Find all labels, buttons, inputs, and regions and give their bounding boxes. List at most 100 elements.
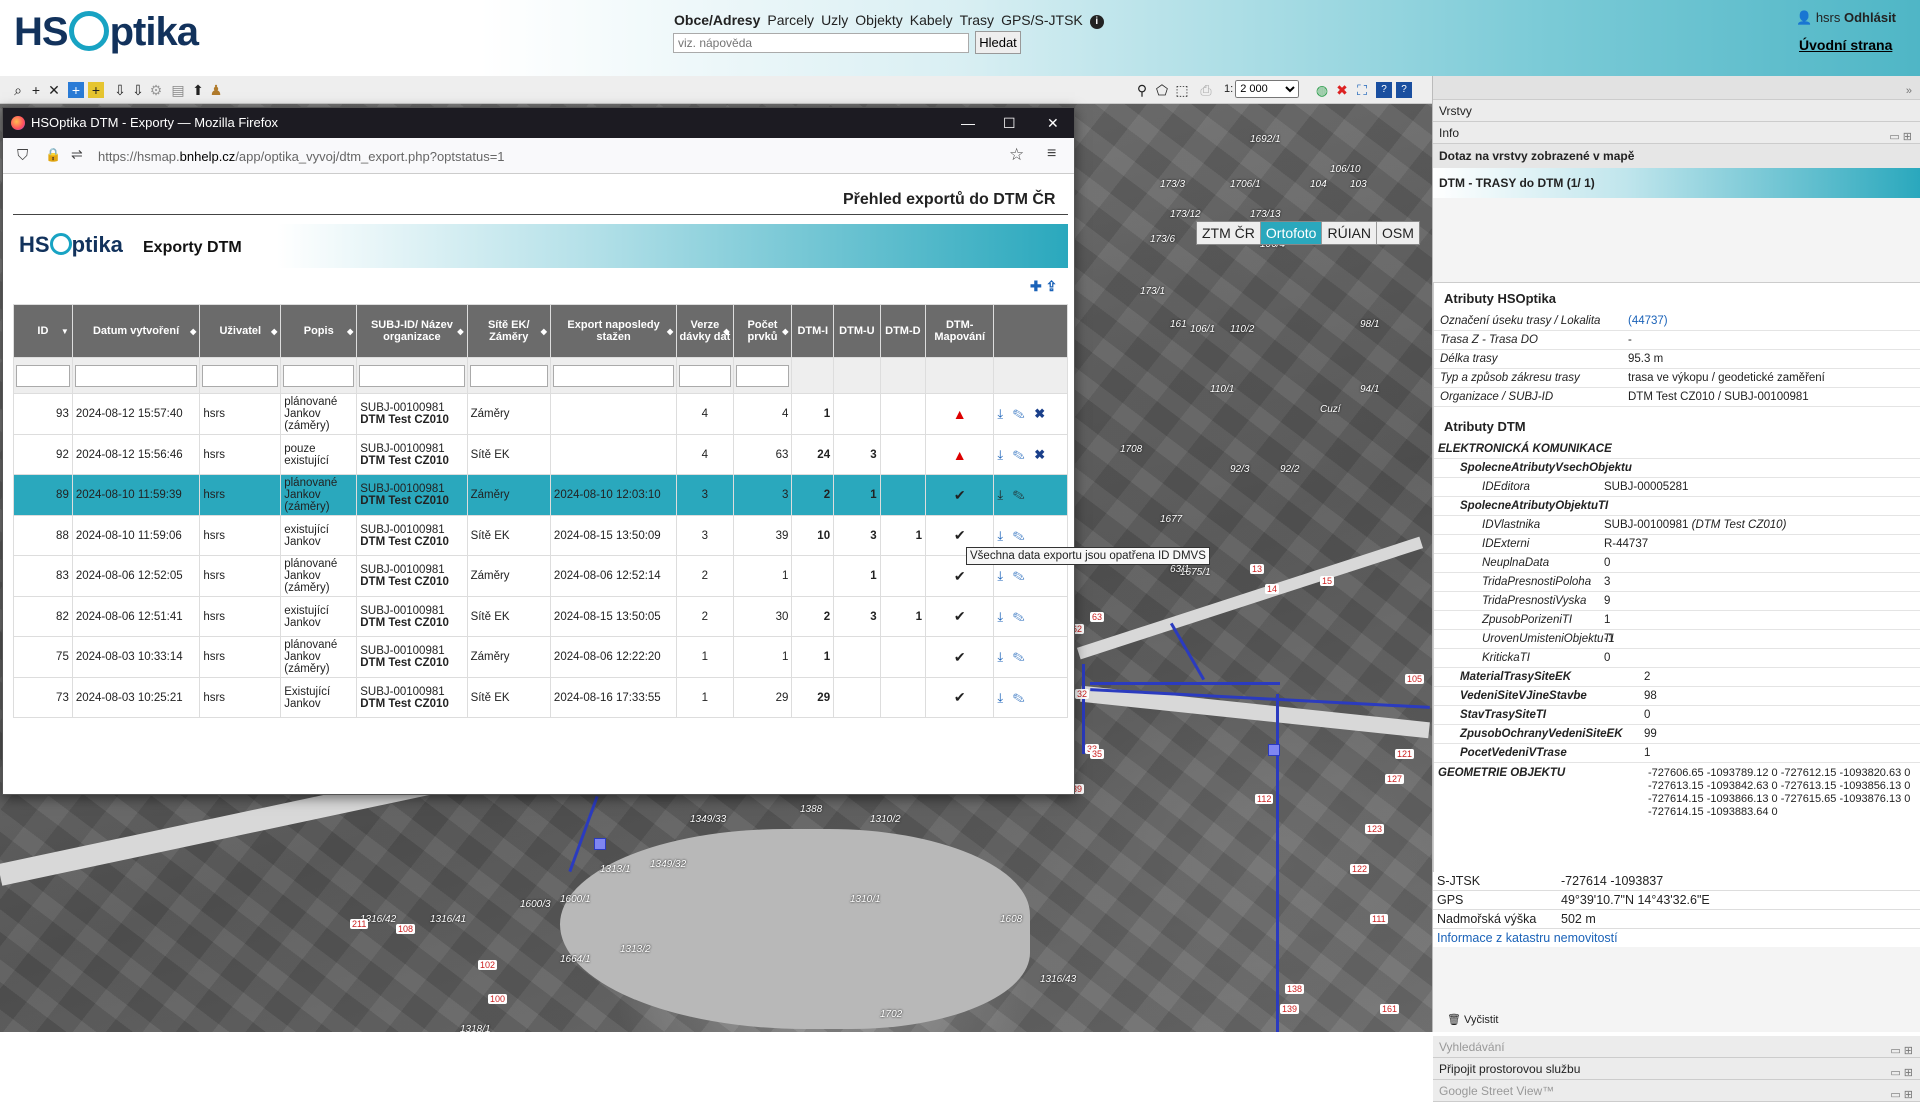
- table-row[interactable]: 82 2024-08-06 12:51:41 hsrs existující J…: [13, 596, 1068, 637]
- expand-icon[interactable]: ▭ ⊞: [1890, 1084, 1913, 1106]
- nav-objekty[interactable]: Objekty: [855, 12, 902, 28]
- search-input[interactable]: [673, 33, 969, 53]
- table-row[interactable]: 93 2024-08-12 15:57:40 hsrs plánované Ja…: [13, 393, 1068, 435]
- warning-icon[interactable]: ▲: [953, 406, 967, 422]
- measure-icon[interactable]: ✕: [46, 82, 62, 98]
- selection-icon[interactable]: ⬚: [1174, 82, 1190, 98]
- nav-kabely[interactable]: Kabely: [910, 12, 953, 28]
- col-verze[interactable]: Verze dávky dat ◆: [676, 304, 734, 358]
- delete-icon[interactable]: ✖: [1034, 447, 1048, 462]
- nav-uzly[interactable]: Uzly: [821, 12, 848, 28]
- download-icon[interactable]: ⤓: [997, 528, 1006, 543]
- url-text[interactable]: https://hsmap.bnhelp.cz/app/optika_vyvoj…: [98, 149, 505, 164]
- download-icon[interactable]: ⤓: [997, 447, 1006, 462]
- add-layer-icon[interactable]: +: [68, 82, 84, 98]
- layer-btn-ortofoto[interactable]: Ortofoto: [1260, 222, 1323, 244]
- edit-icon[interactable]: ✎: [1013, 609, 1028, 624]
- panel-vrstvy[interactable]: Vrstvy: [1433, 100, 1920, 122]
- table-row[interactable]: 89 2024-08-10 11:59:39 hsrs plánované Ja…: [13, 474, 1068, 516]
- layer-btn-ztm[interactable]: ZTM ČR: [1197, 222, 1261, 244]
- nav-trasy[interactable]: Trasy: [960, 12, 994, 28]
- download-icon[interactable]: ⤓: [997, 406, 1006, 421]
- edit-icon[interactable]: ✎: [1013, 528, 1028, 543]
- filter-pocet[interactable]: [735, 364, 790, 387]
- nav-parcely[interactable]: Parcely: [767, 12, 814, 28]
- col-typ[interactable]: Sítě EK/ Záměry ◆: [466, 304, 551, 358]
- lock-icon[interactable]: 🔒: [45, 147, 61, 163]
- delete-icon[interactable]: ✖: [1034, 406, 1048, 421]
- scale-select[interactable]: 2 000: [1235, 80, 1300, 98]
- globe-icon[interactable]: ◍: [1314, 82, 1330, 98]
- add-feature-icon[interactable]: +: [88, 82, 104, 98]
- filter-verze[interactable]: [679, 364, 731, 387]
- result-section-title[interactable]: DTM - TRASY do DTM (1/ 1): [1433, 168, 1920, 198]
- hsoptika-logo[interactable]: HS ptika: [14, 10, 199, 55]
- street-view-icon[interactable]: ♟: [208, 82, 224, 98]
- layer-btn-ruian[interactable]: RÚIAN: [1322, 222, 1378, 244]
- menu-icon[interactable]: ≡: [1047, 145, 1056, 163]
- filter-id[interactable]: [16, 364, 70, 387]
- upload-icon[interactable]: ⇪: [1046, 278, 1058, 294]
- logout-link[interactable]: Odhlásit: [1844, 10, 1896, 25]
- table-row[interactable]: 75 2024-08-03 10:33:14 hsrs plánované Ja…: [13, 636, 1068, 678]
- edit-icon[interactable]: ✎: [1013, 447, 1028, 462]
- edit-icon[interactable]: ✎: [1013, 690, 1028, 705]
- close-icon[interactable]: ✕: [1047, 108, 1059, 138]
- print-icon[interactable]: ⎙: [1198, 82, 1214, 98]
- col-mapovani[interactable]: DTM-Mapování: [925, 304, 995, 358]
- import-icon[interactable]: ⇩: [112, 82, 128, 98]
- katastr-link[interactable]: Informace z katastru nemovitostí: [1433, 929, 1920, 947]
- panel-vyhledavani[interactable]: Vyhledávání ▭ ⊞: [1433, 1036, 1920, 1058]
- bookmark-star-icon[interactable]: ☆: [1009, 145, 1024, 165]
- edit-icon[interactable]: ✎: [1013, 649, 1028, 664]
- col-date[interactable]: Datum vytvoření ◆: [71, 304, 201, 358]
- permissions-icon[interactable]: ⇌: [71, 146, 83, 163]
- col-id[interactable]: ID ▼: [13, 304, 73, 358]
- filter-typ[interactable]: [469, 364, 548, 387]
- minimize-icon[interactable]: —: [961, 108, 975, 138]
- filter-popis[interactable]: [283, 364, 355, 387]
- download-icon[interactable]: ⤓: [997, 649, 1006, 664]
- filter-stazen[interactable]: [552, 364, 675, 387]
- col-pocet[interactable]: Počet prvků ◆: [732, 304, 793, 358]
- table-row[interactable]: 73 2024-08-03 10:25:21 hsrs Existující J…: [13, 677, 1068, 718]
- edit-icon[interactable]: ✎: [1013, 487, 1028, 502]
- polygon-icon[interactable]: ⬠: [1154, 82, 1170, 98]
- collapse-panel-icon[interactable]: »: [1906, 80, 1912, 102]
- clear-icon[interactable]: ✖: [1334, 82, 1350, 98]
- url-bar[interactable]: ⛉ 🔒 ⇌ https://hsmap.bnhelp.cz/app/optika…: [3, 138, 1074, 174]
- minus-icon[interactable]: ▭ ⊞: [1889, 126, 1912, 148]
- download-icon[interactable]: ⤓: [997, 487, 1006, 502]
- settings-icon[interactable]: ⚙: [148, 82, 164, 98]
- layer-btn-osm[interactable]: OSM: [1377, 222, 1419, 244]
- col-subj[interactable]: SUBJ-ID/ Název organizace ◆: [356, 304, 468, 358]
- route-node[interactable]: [594, 838, 606, 850]
- filter-user[interactable]: [202, 364, 279, 387]
- search-button[interactable]: Hledat: [975, 31, 1021, 54]
- help-icon[interactable]: ?: [1376, 82, 1392, 98]
- panel-streetview[interactable]: Google Street View™ ▭ ⊞: [1433, 1080, 1920, 1102]
- user-locate-icon[interactable]: ⚲: [1134, 82, 1150, 98]
- edit-icon[interactable]: ✎: [1013, 406, 1028, 421]
- attr-value[interactable]: (44737): [1628, 315, 1920, 327]
- nav-gps[interactable]: GPS/S-JTSK: [1001, 12, 1083, 28]
- filter-subj[interactable]: [359, 364, 465, 387]
- table-row[interactable]: 92 2024-08-12 15:56:46 hsrs pouze existu…: [13, 434, 1068, 475]
- export-icon[interactable]: ⇩: [130, 82, 146, 98]
- filter-date[interactable]: [74, 364, 198, 387]
- help2-icon[interactable]: ?: [1396, 82, 1412, 98]
- edit-icon[interactable]: ✎: [1013, 568, 1028, 583]
- document-icon[interactable]: ▤: [170, 82, 186, 98]
- col-user[interactable]: Uživatel ◆: [199, 304, 282, 358]
- maximize-icon[interactable]: ☐: [1003, 108, 1016, 138]
- col-dtmu[interactable]: DTM-U: [833, 304, 881, 358]
- arrow-up-icon[interactable]: ⬆: [190, 82, 206, 98]
- home-link[interactable]: Úvodní strana: [1799, 37, 1892, 53]
- add-export-icon[interactable]: ✚: [1030, 278, 1042, 294]
- download-icon[interactable]: ⤓: [997, 568, 1006, 583]
- table-row[interactable]: 88 2024-08-10 11:59:06 hsrs existující J…: [13, 515, 1068, 556]
- warning-icon[interactable]: ▲: [953, 447, 967, 463]
- route-node[interactable]: [1268, 744, 1280, 756]
- nav-obce-adresy[interactable]: Obce/Adresy: [674, 12, 760, 28]
- zoom-in-icon[interactable]: +: [28, 82, 44, 98]
